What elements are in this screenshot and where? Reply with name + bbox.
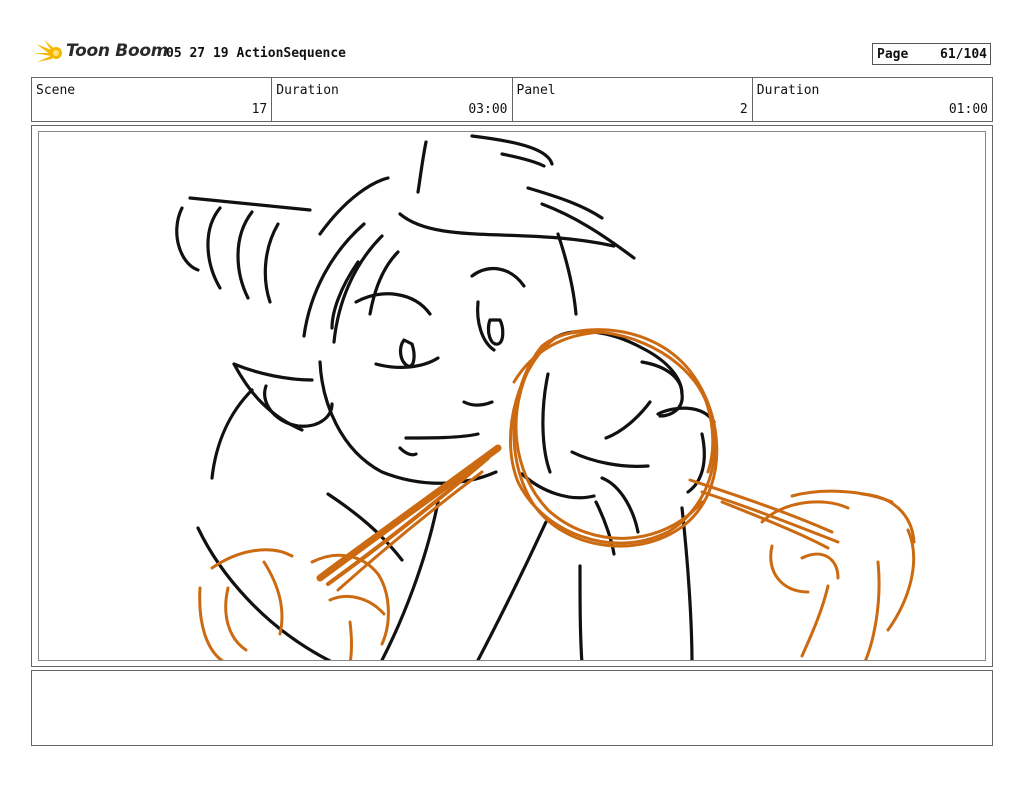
scene-cell: Scene 17 (32, 78, 273, 121)
storyboard-panel-frame (31, 125, 993, 667)
scene-duration-value: 03:00 (468, 102, 508, 117)
page-label: Page (877, 46, 909, 62)
toon-boom-logo: Toon Boom (34, 38, 168, 68)
panel-notes-area (31, 670, 993, 746)
panel-duration-label: Duration (756, 83, 820, 98)
document-title: 05 27 19 ActionSequence (166, 46, 347, 61)
panel-info-row: Scene 17 Duration 03:00 Panel 2 Duration… (31, 77, 993, 122)
character-sketch (175, 134, 716, 660)
page-number: 61/104 (940, 46, 987, 62)
starburst-icon (34, 40, 62, 62)
page-indicator: Page 61/104 (872, 43, 991, 65)
panel-cell: Panel 2 (513, 78, 753, 121)
storyboard-panel (38, 131, 986, 661)
brand-name: Toon Boom (66, 41, 169, 61)
panel-sketch (175, 134, 916, 660)
scene-duration-cell: Duration 03:00 (272, 78, 513, 121)
panel-label: Panel (516, 83, 556, 98)
scene-label: Scene (36, 83, 76, 98)
panel-duration-cell: Duration 01:00 (753, 78, 992, 121)
panel-duration-value: 01:00 (948, 102, 988, 117)
scene-duration-label: Duration (276, 83, 339, 98)
scene-value: 17 (251, 102, 268, 117)
panel-value: 2 (739, 102, 748, 117)
